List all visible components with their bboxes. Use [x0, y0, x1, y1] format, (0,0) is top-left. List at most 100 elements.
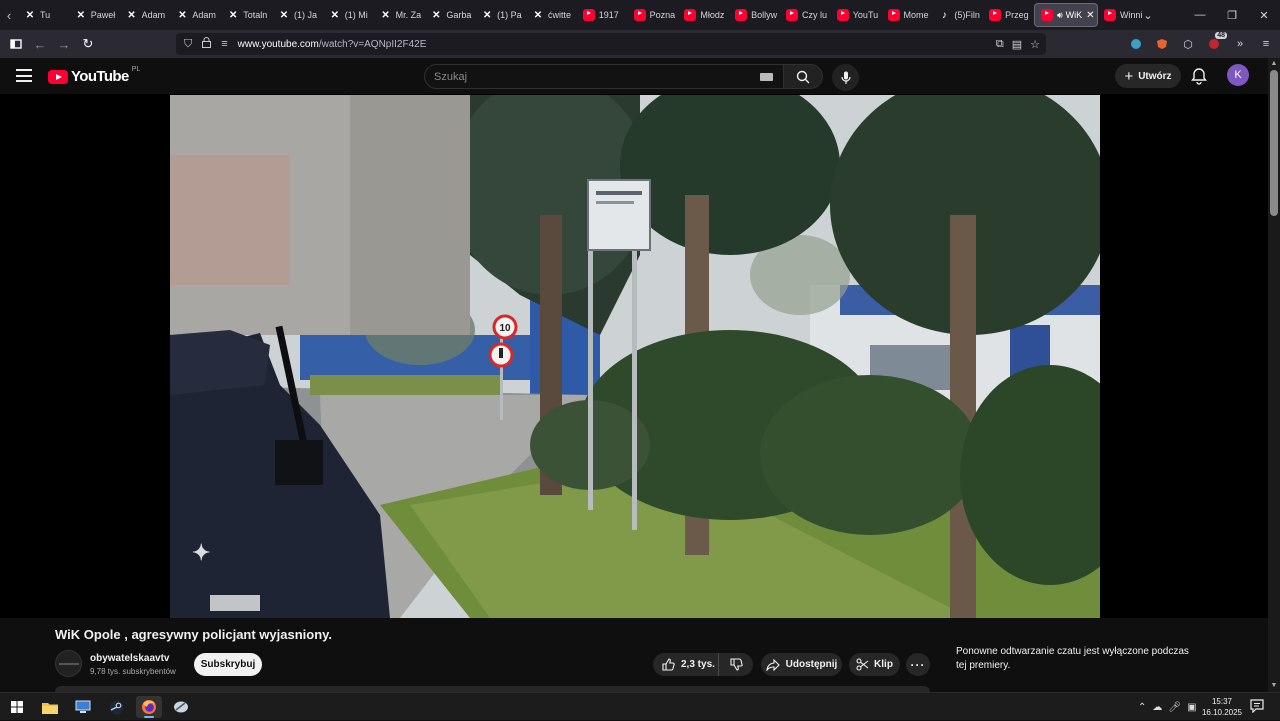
- extensions-area: ⬡ 48 » ≡: [1126, 30, 1276, 58]
- search-input[interactable]: [434, 70, 734, 83]
- forward-icon[interactable]: →: [52, 32, 76, 56]
- notifications-bell-icon[interactable]: [1190, 67, 1208, 85]
- tab-label: Tu: [40, 10, 51, 20]
- scroll-down-icon[interactable]: ▼: [1270, 682, 1278, 690]
- page-scrollbar[interactable]: ▲ ▼: [1268, 58, 1280, 692]
- youtube-masthead: YouTube PL + Utwórz K: [0, 58, 1268, 94]
- tab-active[interactable]: 🔊︎ WiK ✕: [1033, 3, 1098, 27]
- puzzle-icon[interactable]: ⬡: [1178, 34, 1198, 54]
- browser-tab-strip: ‹ ✕ Tu ✕ Paweł ✕ Adam ✕ Adam ✕ Totaln ✕ (1) Ja ✕ (1) …: [0, 0, 1280, 30]
- tabs-scroll-right-icon[interactable]: ›: [1116, 0, 1134, 30]
- permissions-icon[interactable]: ≡: [221, 38, 227, 50]
- back-icon[interactable]: ←: [28, 32, 52, 56]
- windows-start-icon[interactable]: [4, 696, 30, 718]
- picture-in-picture-icon[interactable]: ⧉: [996, 38, 1004, 51]
- close-icon[interactable]: ✕: [1086, 10, 1094, 21]
- youtube-icon: [989, 9, 1002, 21]
- tab-label: Totaln: [243, 10, 268, 20]
- speaker-icon[interactable]: 🔊︎: [1057, 10, 1063, 21]
- tab[interactable]: ✕ (1) Ja: [272, 3, 323, 27]
- restore-icon[interactable]: ❐: [1216, 0, 1248, 30]
- create-button[interactable]: + Utwórz: [1115, 64, 1181, 88]
- logo-text: YouTube: [71, 68, 129, 85]
- vpn-extension-icon[interactable]: [1126, 34, 1146, 54]
- tab[interactable]: YouTu: [831, 3, 882, 27]
- dislike-button[interactable]: [719, 658, 753, 671]
- network-icon[interactable]: ▣: [1187, 702, 1196, 713]
- scroll-thumb[interactable]: [1270, 70, 1278, 216]
- tab[interactable]: ✕ Mr. Za: [374, 3, 425, 27]
- reload-icon[interactable]: ↻: [76, 32, 100, 56]
- x-icon: ✕: [279, 9, 289, 21]
- url-text: www.youtube.com/watch?v=AQNpII2F42E: [238, 39, 427, 50]
- tab[interactable]: ✕ Tu: [18, 3, 69, 27]
- app-icon[interactable]: [168, 696, 194, 718]
- tabs-scroll-left-icon[interactable]: ‹: [0, 0, 18, 30]
- tab[interactable]: Bollyw: [729, 3, 780, 27]
- video-player[interactable]: 10 ✦: [170, 95, 1100, 618]
- clip-button[interactable]: Klip: [849, 653, 900, 676]
- tab[interactable]: ✕ (1) Mi: [323, 3, 374, 27]
- tab-overview-icon[interactable]: [4, 32, 28, 56]
- tab[interactable]: ✕ Adam: [120, 3, 171, 27]
- share-button[interactable]: Udostępnij: [761, 653, 842, 676]
- share-arrow-icon: [765, 658, 780, 671]
- guide-menu-icon[interactable]: [16, 69, 32, 82]
- search-button[interactable]: [783, 64, 823, 89]
- youtube-logo[interactable]: YouTube PL: [48, 66, 140, 85]
- tab-label: WiK: [1065, 10, 1083, 20]
- tab[interactable]: ✕ ćwitte: [526, 3, 577, 27]
- cloud-icon[interactable]: ☁: [1152, 702, 1162, 713]
- tab[interactable]: Mome: [882, 3, 933, 27]
- subscribe-button[interactable]: Subskrybuj: [194, 653, 262, 676]
- microphone-tray-icon[interactable]: 🎤︎: [1168, 702, 1181, 713]
- tab[interactable]: Czy lu: [780, 3, 831, 27]
- bookmark-star-icon[interactable]: ☆: [1030, 38, 1040, 51]
- tab-label: (1) Pa: [497, 10, 522, 20]
- account-avatar[interactable]: K: [1227, 64, 1249, 86]
- video-frame: 10 ✦: [170, 95, 1100, 618]
- x-icon: ✕: [533, 9, 543, 21]
- minimize-icon[interactable]: —: [1184, 0, 1216, 30]
- like-button[interactable]: 2,3 tys.: [653, 653, 719, 676]
- window-controls: — ❐ ✕: [1184, 0, 1280, 30]
- taskbar-clock[interactable]: 15:37 16.10.2025: [1200, 696, 1244, 718]
- remote-desktop-icon[interactable]: [70, 696, 96, 718]
- tab[interactable]: ✕ Paweł: [69, 3, 120, 27]
- tab[interactable]: ✕ Adam: [170, 3, 221, 27]
- chevron-up-icon[interactable]: ⌃: [1138, 702, 1146, 713]
- tab[interactable]: Przeg: [983, 3, 1034, 27]
- chevron-down-icon[interactable]: ⌄: [1138, 0, 1158, 30]
- voice-search-button[interactable]: [832, 64, 859, 91]
- url-bar[interactable]: ⛉ ≡ www.youtube.com/watch?v=AQNpII2F42E …: [176, 33, 1046, 55]
- file-explorer-icon[interactable]: [37, 696, 63, 718]
- scroll-up-icon[interactable]: ▲: [1270, 60, 1278, 68]
- tab[interactable]: 1917: [577, 3, 628, 27]
- keyboard-icon[interactable]: [760, 73, 773, 81]
- steam-icon[interactable]: [103, 696, 129, 718]
- reader-view-icon[interactable]: ▤: [1012, 38, 1022, 51]
- tab[interactable]: ✕ Garba: [424, 3, 475, 27]
- tab[interactable]: Młodz: [678, 3, 729, 27]
- tab[interactable]: ♪ (5)Filn: [932, 3, 983, 27]
- channel-avatar[interactable]: [55, 650, 82, 677]
- hamburger-menu-icon[interactable]: ≡: [1256, 34, 1276, 54]
- x-icon: ✕: [432, 9, 441, 21]
- channel-name[interactable]: obywatelskaavtv: [90, 653, 170, 664]
- lock-icon[interactable]: [202, 37, 212, 51]
- more-actions-button[interactable]: ···: [906, 653, 930, 676]
- notification-center-icon[interactable]: [1250, 699, 1266, 715]
- adblock-icon[interactable]: 48: [1204, 32, 1227, 54]
- overflow-menu-icon[interactable]: »: [1230, 34, 1250, 54]
- shield-icon[interactable]: ⛉: [184, 38, 192, 51]
- fox-extension-icon[interactable]: [1152, 34, 1172, 54]
- firefox-icon[interactable]: [136, 696, 162, 718]
- tab[interactable]: Pozna: [628, 3, 679, 27]
- close-window-icon[interactable]: ✕: [1248, 0, 1280, 30]
- x-icon: ✕: [381, 9, 390, 21]
- tab[interactable]: ✕ Totaln: [221, 3, 272, 27]
- youtube-icon: [887, 9, 900, 21]
- like-dislike-group: 2,3 tys.: [653, 653, 753, 676]
- tab[interactable]: ✕ (1) Pa: [475, 3, 526, 27]
- tab-label: Bollyw: [751, 10, 778, 20]
